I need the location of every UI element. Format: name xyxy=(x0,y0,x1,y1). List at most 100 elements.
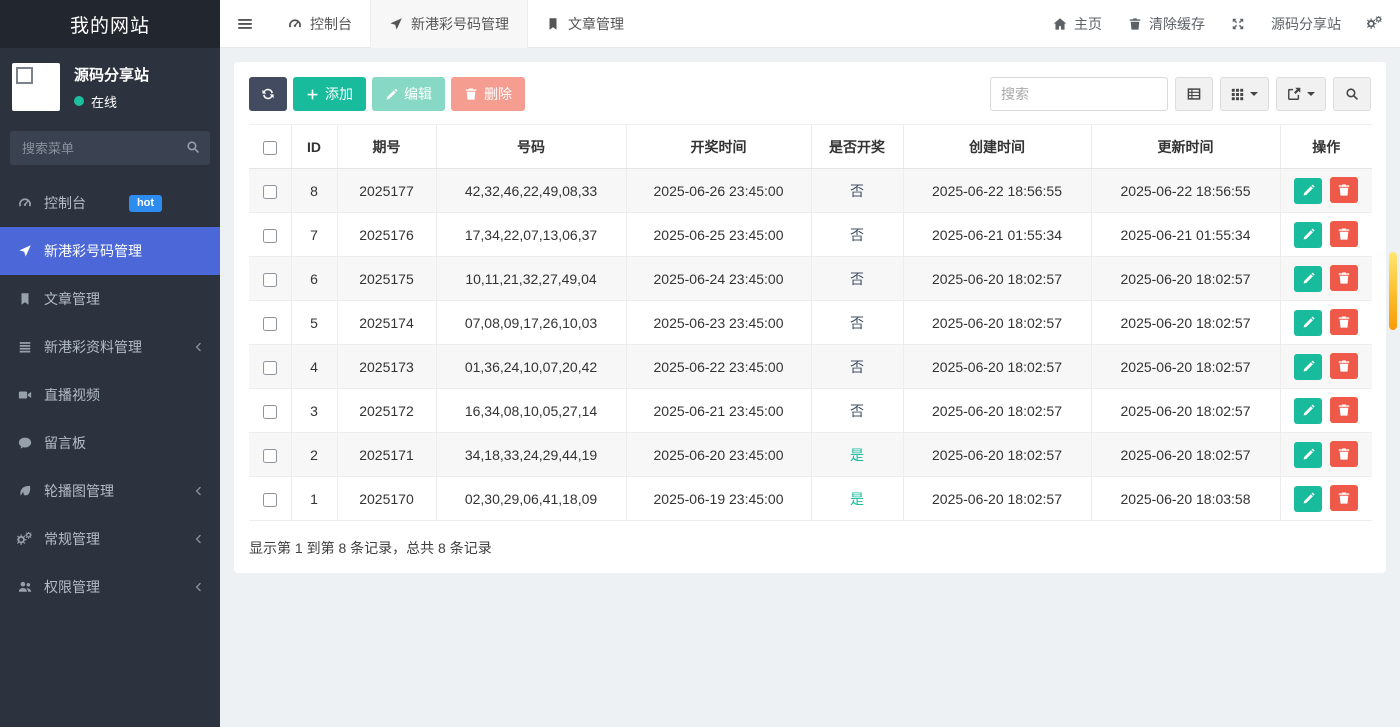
row-checkbox[interactable] xyxy=(263,317,277,331)
delete-button[interactable]: 删除 xyxy=(451,77,525,111)
tab-label: 文章管理 xyxy=(568,14,624,34)
row-checkbox[interactable] xyxy=(263,361,277,375)
settings-button[interactable] xyxy=(1367,16,1382,31)
row-delete-button[interactable] xyxy=(1330,177,1358,203)
row-edit-button[interactable] xyxy=(1294,398,1322,424)
row-checkbox[interactable] xyxy=(263,493,277,507)
search-icon xyxy=(186,140,200,154)
column-header[interactable]: 更新时间 xyxy=(1091,125,1280,169)
topbar-username: 源码分享站 xyxy=(1271,14,1341,34)
trash-icon xyxy=(1337,359,1351,373)
export-icon xyxy=(1287,87,1301,101)
row-delete-button[interactable] xyxy=(1330,397,1358,423)
column-header[interactable]: 期号 xyxy=(337,125,436,169)
row-delete-button[interactable] xyxy=(1330,309,1358,335)
sidebar-item-article[interactable]: 文章管理 xyxy=(0,275,220,323)
cell-actions xyxy=(1280,257,1372,301)
cell-created-time: 2025-06-20 18:02:57 xyxy=(903,477,1091,521)
header-checkbox-cell xyxy=(249,125,291,169)
pencil-icon xyxy=(1302,316,1315,329)
fullscreen-button[interactable] xyxy=(1231,17,1245,31)
cell-updated-time: 2025-06-20 18:02:57 xyxy=(1091,345,1280,389)
chevron-left-icon xyxy=(193,581,205,593)
sidebar-item-general[interactable]: 常规管理 xyxy=(0,515,220,563)
gauge-icon xyxy=(15,196,34,210)
user-panel: 源码分享站 在线 xyxy=(0,48,220,119)
table-search xyxy=(990,77,1168,111)
avatar[interactable] xyxy=(12,63,60,111)
video-icon xyxy=(15,388,34,402)
trash-icon xyxy=(1337,315,1351,329)
cell-created-time: 2025-06-20 18:02:57 xyxy=(903,389,1091,433)
add-button[interactable]: 添加 xyxy=(293,77,366,111)
search-icon xyxy=(1345,87,1359,101)
row-checkbox[interactable] xyxy=(263,229,277,243)
sidebar-item-live-video[interactable]: 直播视频 xyxy=(0,371,220,419)
sidebar-item-banner[interactable]: 轮播图管理 xyxy=(0,467,220,515)
plus-icon xyxy=(306,88,319,101)
user-menu[interactable]: 源码分享站 xyxy=(1271,14,1341,34)
row-edit-button[interactable] xyxy=(1294,486,1322,512)
menu-search-input[interactable] xyxy=(10,131,210,165)
row-delete-button[interactable] xyxy=(1330,221,1358,247)
table-row: 2 2025171 34,18,33,24,29,44,19 2025-06-2… xyxy=(249,433,1372,477)
column-header[interactable]: 创建时间 xyxy=(903,125,1091,169)
table-search-input[interactable] xyxy=(990,77,1168,111)
cell-numbers: 02,30,29,06,41,18,09 xyxy=(436,477,626,521)
home-link[interactable]: 主页 xyxy=(1053,14,1102,34)
caret-down-icon xyxy=(1307,92,1315,96)
cell-issue: 2025177 xyxy=(337,169,436,213)
tab-lottery-number[interactable]: 新港彩号码管理 xyxy=(370,0,528,48)
search-toggle-button[interactable] xyxy=(1333,77,1371,111)
row-delete-button[interactable] xyxy=(1330,353,1358,379)
columns-dropdown-button[interactable] xyxy=(1220,77,1269,111)
row-edit-button[interactable] xyxy=(1294,310,1322,336)
sidebar-item-message-board[interactable]: 留言板 xyxy=(0,419,220,467)
row-delete-button[interactable] xyxy=(1330,265,1358,291)
column-header[interactable]: 号码 xyxy=(436,125,626,169)
topbar-right: 主页 清除缓存 源码分享站 xyxy=(1053,14,1400,34)
hamburger-icon xyxy=(237,16,253,32)
comment-icon xyxy=(15,436,34,450)
trash-icon xyxy=(1337,227,1351,241)
column-header[interactable]: 是否开奖 xyxy=(811,125,903,169)
cell-updated-time: 2025-06-21 01:55:34 xyxy=(1091,213,1280,257)
location-arrow-icon xyxy=(15,244,34,258)
row-checkbox[interactable] xyxy=(263,449,277,463)
sidebar-item-auth[interactable]: 权限管理 xyxy=(0,563,220,611)
cell-updated-time: 2025-06-20 18:02:57 xyxy=(1091,389,1280,433)
table-toolbar: 添加 编辑 删除 xyxy=(249,77,1371,111)
row-edit-button[interactable] xyxy=(1294,442,1322,468)
table-row: 6 2025175 10,11,21,32,27,49,04 2025-06-2… xyxy=(249,257,1372,301)
edit-button[interactable]: 编辑 xyxy=(372,77,445,111)
row-edit-button[interactable] xyxy=(1294,266,1322,292)
row-edit-button[interactable] xyxy=(1294,222,1322,248)
export-dropdown-button[interactable] xyxy=(1276,77,1326,111)
sidebar-toggle-button[interactable] xyxy=(220,16,270,32)
row-checkbox[interactable] xyxy=(263,273,277,287)
row-checkbox[interactable] xyxy=(263,185,277,199)
cell-drawn-status: 是 xyxy=(811,477,903,521)
toggle-view-button[interactable] xyxy=(1175,77,1213,111)
trash-icon xyxy=(1337,403,1351,417)
row-edit-button[interactable] xyxy=(1294,354,1322,380)
row-edit-button[interactable] xyxy=(1294,178,1322,204)
column-header[interactable]: 操作 xyxy=(1280,125,1372,169)
column-header[interactable]: ID xyxy=(291,125,337,169)
row-checkbox[interactable] xyxy=(263,405,277,419)
clear-cache-button[interactable]: 清除缓存 xyxy=(1128,14,1205,34)
scrollbar-thumb[interactable] xyxy=(1389,252,1397,330)
table-row: 4 2025173 01,36,24,10,07,20,42 2025-06-2… xyxy=(249,345,1372,389)
tab-dashboard[interactable]: 控制台 xyxy=(270,0,370,48)
select-all-checkbox[interactable] xyxy=(263,141,277,155)
row-delete-button[interactable] xyxy=(1330,485,1358,511)
sidebar-item-dashboard[interactable]: 控制台 hot xyxy=(0,179,220,227)
refresh-button[interactable] xyxy=(249,77,287,111)
pencil-icon xyxy=(1302,228,1315,241)
sidebar-item-lottery-data[interactable]: 新港彩资料管理 xyxy=(0,323,220,371)
column-header[interactable]: 开奖时间 xyxy=(626,125,811,169)
pencil-icon xyxy=(385,88,398,101)
tab-article[interactable]: 文章管理 xyxy=(528,0,642,48)
row-delete-button[interactable] xyxy=(1330,441,1358,467)
sidebar-item-lottery-number[interactable]: 新港彩号码管理 xyxy=(0,227,220,275)
